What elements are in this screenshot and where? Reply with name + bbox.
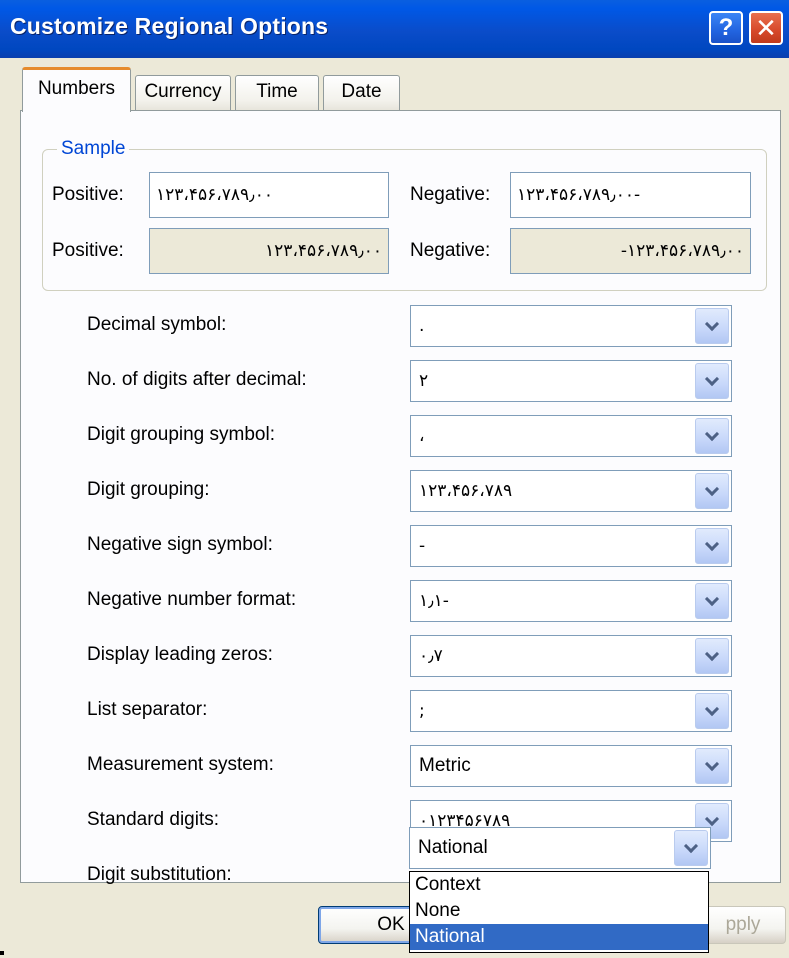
- sample-negative-value-rtl: -۱۲۳،۴۵۶،۷۸۹٫۰۰: [620, 241, 744, 261]
- title-bar[interactable]: Customize Regional Options ? ✕: [0, 0, 789, 58]
- sample-negative-field-rtl[interactable]: -۱۲۳،۴۵۶،۷۸۹٫۰۰: [510, 228, 751, 274]
- chevron-down-icon: [704, 756, 720, 771]
- decimal-symbol-dropdown-button[interactable]: [695, 308, 729, 344]
- chevron-down-icon: [704, 591, 720, 606]
- chevron-down-icon: [704, 646, 720, 661]
- sample-legend: Sample: [57, 138, 130, 160]
- apply-button-label: pply: [725, 914, 761, 935]
- digit-grouping-combo[interactable]: ۱۲۳،۴۵۶،۷۸۹: [410, 470, 732, 512]
- digit-substitution-value: National: [418, 837, 488, 858]
- list-separator-value: ;: [419, 701, 425, 721]
- sample-negative-field[interactable]: ۱۲۳،۴۵۶،۷۸۹٫۰۰-: [510, 172, 751, 218]
- close-button[interactable]: ✕: [749, 11, 783, 45]
- measurement-system-combo[interactable]: Metric: [410, 745, 732, 787]
- digit-grouping-label: Digit grouping:: [87, 479, 210, 500]
- digit-substitution-combo[interactable]: National: [409, 827, 711, 869]
- list-separator-combo[interactable]: ;: [410, 690, 732, 732]
- digit-grouping-dropdown-button[interactable]: [695, 473, 729, 509]
- digit-grouping-value: ۱۲۳،۴۵۶،۷۸۹: [419, 481, 513, 501]
- negative-sign-symbol-combo[interactable]: -: [410, 525, 732, 567]
- chevron-down-icon: [704, 371, 720, 386]
- digits-after-decimal-dropdown-button[interactable]: [695, 363, 729, 399]
- chevron-down-icon: [704, 701, 720, 716]
- decimal-symbol-combo[interactable]: .: [410, 305, 732, 347]
- tab-numbers[interactable]: Numbers: [22, 67, 131, 112]
- tab-time[interactable]: Time: [235, 75, 319, 111]
- standard-digits-label: Standard digits:: [87, 809, 220, 830]
- numbers-tab-panel: Sample Positive: ۱۲۳،۴۵۶،۷۸۹٫۰۰ Negative…: [20, 110, 781, 885]
- list-separator-dropdown-button[interactable]: [695, 693, 729, 729]
- digits-after-decimal-label: No. of digits after decimal:: [87, 369, 307, 390]
- list-separator-label: List separator:: [87, 699, 208, 720]
- dropdown-option-national[interactable]: National: [410, 924, 708, 950]
- measurement-system-label: Measurement system:: [87, 754, 274, 775]
- leading-zeros-label: Display leading zeros:: [87, 644, 273, 665]
- digits-after-decimal-value: ۲: [419, 371, 429, 391]
- close-icon: ✕: [755, 12, 777, 43]
- measurement-system-dropdown-button[interactable]: [695, 748, 729, 784]
- window-title: Customize Regional Options: [10, 13, 329, 39]
- sample-positive-field-rtl[interactable]: ۱۲۳،۴۵۶،۷۸۹٫۰۰: [149, 228, 389, 274]
- decimal-symbol-value: .: [419, 316, 425, 336]
- dropdown-option-context[interactable]: Context: [410, 872, 708, 898]
- digit-substitution-label: Digit substitution:: [87, 864, 232, 885]
- chevron-down-icon: [704, 481, 720, 496]
- decimal-symbol-label: Decimal symbol:: [87, 314, 227, 335]
- negative-number-format-dropdown-button[interactable]: [695, 583, 729, 619]
- leading-zeros-dropdown-button[interactable]: [695, 638, 729, 674]
- sample-positive-value: ۱۲۳،۴۵۶،۷۸۹٫۰۰: [156, 185, 273, 205]
- digit-grouping-symbol-label: Digit grouping symbol:: [87, 424, 275, 445]
- negative-sign-symbol-value: -: [419, 536, 426, 556]
- digit-grouping-symbol-dropdown-button[interactable]: [695, 418, 729, 454]
- chevron-down-icon: [704, 536, 720, 551]
- negative-number-format-combo[interactable]: ۱٫۱-: [410, 580, 732, 622]
- sample-positive-label-rtl: Positive:: [52, 240, 124, 261]
- sample-negative-label-rtl: Negative:: [410, 240, 491, 261]
- chevron-down-icon: [704, 316, 720, 331]
- negative-sign-symbol-label: Negative sign symbol:: [87, 534, 273, 555]
- dropdown-option-none[interactable]: None: [410, 898, 708, 924]
- help-button[interactable]: ?: [709, 11, 743, 45]
- digit-grouping-symbol-combo[interactable]: ،: [410, 415, 732, 457]
- leading-zeros-value: ۰٫۷: [419, 646, 443, 666]
- negative-number-format-value: ۱٫۱-: [419, 591, 449, 611]
- sample-positive-field[interactable]: ۱۲۳،۴۵۶،۷۸۹٫۰۰: [149, 172, 389, 218]
- chevron-down-icon: [704, 426, 720, 441]
- ok-button-label: OK: [377, 914, 405, 935]
- digit-grouping-symbol-value: ،: [419, 426, 425, 446]
- digits-after-decimal-combo[interactable]: ۲: [410, 360, 732, 402]
- negative-sign-symbol-dropdown-button[interactable]: [695, 528, 729, 564]
- sample-negative-value: ۱۲۳،۴۵۶،۷۸۹٫۰۰-: [517, 185, 641, 205]
- digit-substitution-dropdown-button[interactable]: [674, 830, 708, 866]
- corner-mark: [0, 951, 4, 955]
- negative-number-format-label: Negative number format:: [87, 589, 297, 610]
- sample-positive-label: Positive:: [52, 184, 124, 205]
- sample-positive-value-rtl: ۱۲۳،۴۵۶،۷۸۹٫۰۰: [265, 241, 382, 261]
- measurement-system-value: Metric: [419, 755, 471, 776]
- chevron-down-icon: [683, 838, 699, 853]
- tab-date[interactable]: Date: [323, 75, 400, 111]
- tab-currency[interactable]: Currency: [135, 75, 231, 111]
- sample-negative-label: Negative:: [410, 184, 491, 205]
- chevron-down-icon: [704, 811, 720, 826]
- help-icon: ?: [718, 14, 734, 41]
- leading-zeros-combo[interactable]: ۰٫۷: [410, 635, 732, 677]
- digit-substitution-dropdown-list[interactable]: Context None National: [409, 871, 709, 953]
